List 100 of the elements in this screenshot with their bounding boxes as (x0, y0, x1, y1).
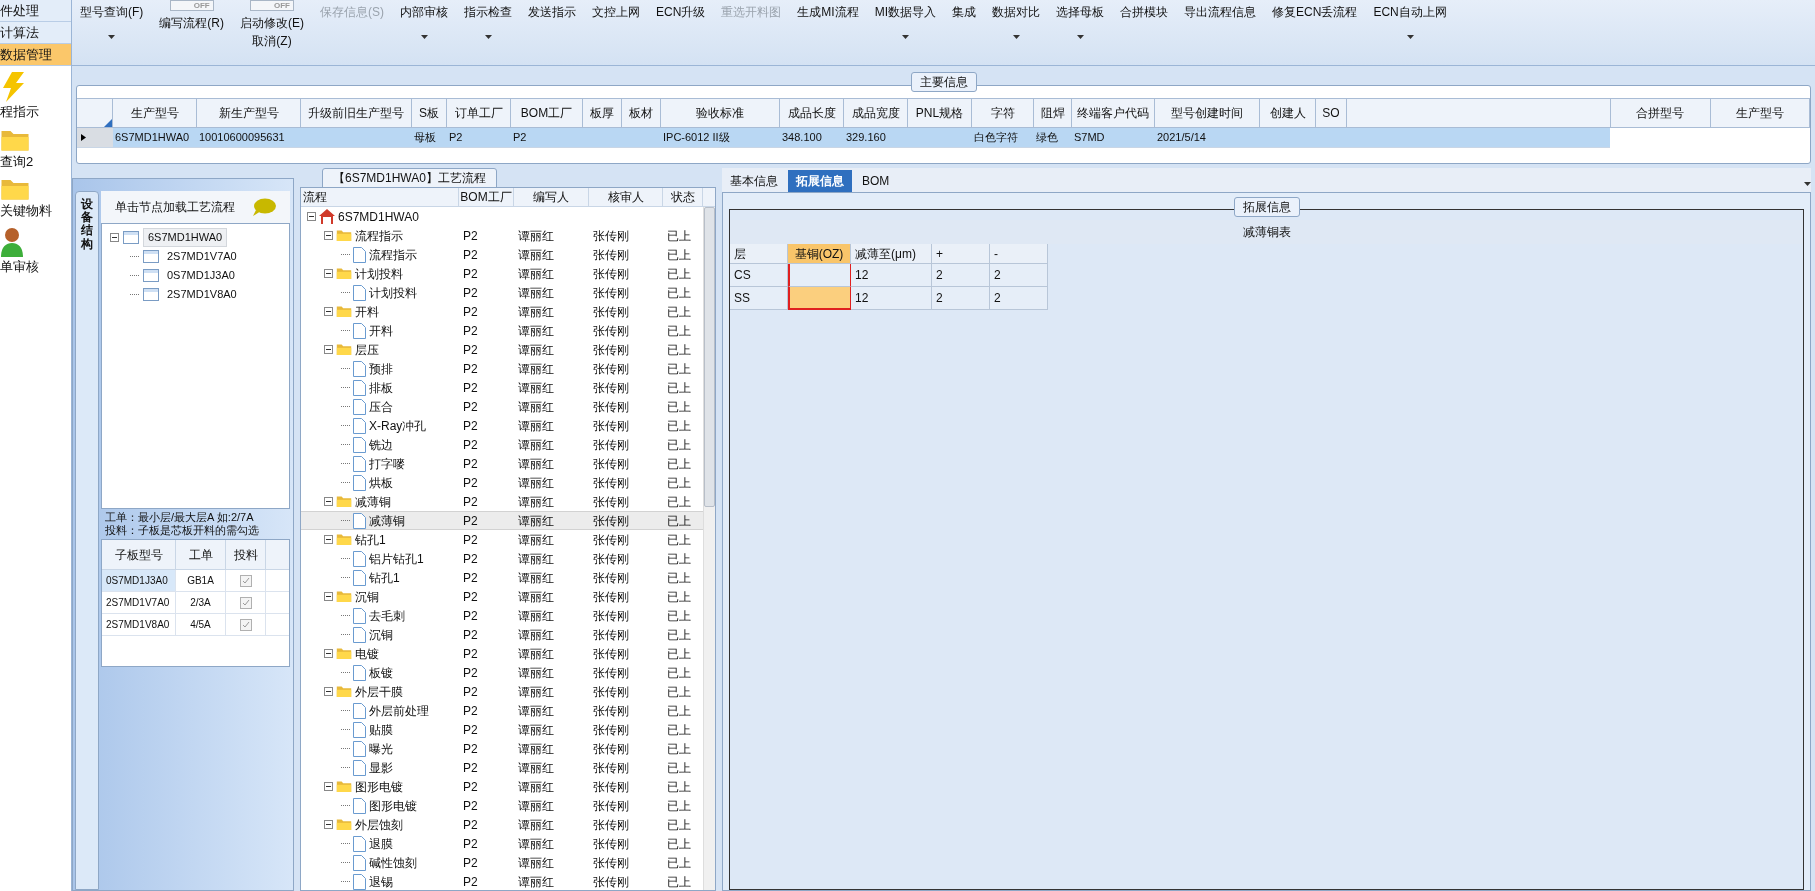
nav-link[interactable]: 查询2 (0, 151, 34, 171)
process-row[interactable]: 贴膜 P2 谭丽红 张传刚 已上 (301, 720, 703, 739)
process-row[interactable]: 外层干膜 P2 谭丽红 张传刚 已上 (301, 682, 703, 701)
toolbar-button[interactable]: 编写流程(R) (159, 14, 224, 32)
process-row[interactable]: 曝光 P2 谭丽红 张传刚 已上 (301, 739, 703, 758)
toolbar-button[interactable]: 修复ECN丢流程 (1272, 3, 1358, 21)
process-row[interactable]: 铝片钻孔1 P2 谭丽红 张传刚 已上 (301, 549, 703, 568)
column-header[interactable]: 生产型号 (1710, 99, 1810, 127)
toolbar-button[interactable]: 启动修改(E) (240, 14, 304, 32)
column-header[interactable]: 层 (730, 244, 788, 264)
column-header[interactable]: 终端客户代码 (1072, 99, 1155, 127)
collapse-icon[interactable] (324, 649, 333, 658)
collapse-icon[interactable] (324, 782, 333, 791)
toolbar-button[interactable]: 内部审核 (400, 3, 448, 21)
nav-item[interactable]: 计算法 (0, 22, 71, 44)
tree-node[interactable]: 6S7MD1HWA0 (143, 228, 228, 247)
checkbox[interactable] (239, 574, 252, 587)
process-row[interactable]: 减薄铜 P2 谭丽红 张传刚 已上 (301, 511, 703, 530)
collapse-icon[interactable] (110, 233, 119, 242)
tree-node[interactable]: 2S7MD1V7A0 (163, 248, 241, 265)
collapse-icon[interactable] (307, 212, 316, 221)
collapse-icon[interactable] (324, 231, 333, 240)
process-row[interactable]: 外层前处理 P2 谭丽红 张传刚 已上 (301, 701, 703, 720)
checkbox[interactable] (239, 596, 252, 609)
process-row[interactable]: 退膜 P2 谭丽红 张传刚 已上 (301, 834, 703, 853)
table-cell[interactable]: 2S7MD1V8A0 (102, 614, 176, 635)
process-row[interactable]: 碱性蚀刻 P2 谭丽红 张传刚 已上 (301, 853, 703, 872)
column-header[interactable]: + (932, 244, 990, 264)
toolbar-button[interactable]: 发送指示 (528, 3, 576, 21)
table-cell[interactable]: SS (730, 287, 788, 310)
table-cell[interactable]: CS (730, 264, 788, 287)
collapse-icon[interactable] (324, 592, 333, 601)
column-header[interactable]: 流程 (301, 188, 459, 206)
column-header[interactable]: 生产型号 (113, 99, 197, 127)
toolbar-button[interactable]: 导出流程信息 (1184, 3, 1257, 21)
table-cell[interactable] (788, 264, 851, 287)
column-header[interactable]: 型号创建时间 (1155, 99, 1260, 127)
process-row[interactable]: 铣边 P2 谭丽红 张传刚 已上 (301, 435, 703, 454)
tab[interactable]: BOM (854, 170, 898, 192)
vertical-tab[interactable]: 设备结构 (75, 191, 99, 890)
process-row[interactable]: 开料 P2 谭丽红 张传刚 已上 (301, 321, 703, 340)
collapse-icon[interactable] (324, 307, 333, 316)
toolbar-button[interactable]: 指示检查 (464, 3, 512, 21)
toolbar-button[interactable]: ECN升级 (656, 3, 706, 21)
table-cell[interactable] (788, 287, 851, 310)
process-row[interactable]: 流程指示 P2 谭丽红 张传刚 已上 (301, 245, 703, 264)
column-header[interactable]: 状态 (663, 188, 703, 206)
toolbar-button[interactable]: MI数据导入 (874, 3, 937, 21)
column-header[interactable]: 板材 (622, 99, 661, 127)
column-header[interactable]: 板厚 (583, 99, 622, 127)
column-header[interactable]: 减薄至(μm) (851, 244, 932, 264)
process-row[interactable]: 沉铜 P2 谭丽红 张传刚 已上 (301, 587, 703, 606)
tab[interactable]: 拓展信息 (788, 170, 852, 192)
collapse-icon[interactable] (324, 345, 333, 354)
toolbar-button[interactable]: 型号查询(F) (80, 3, 144, 21)
toolbar-button[interactable]: 集成 (952, 3, 977, 21)
column-header[interactable]: 投料 (226, 540, 266, 569)
toolbar-button[interactable]: ECN自动上网 (1373, 3, 1447, 21)
collapse-icon[interactable] (324, 269, 333, 278)
nav-link[interactable]: 关键物料 (0, 201, 52, 221)
collapse-icon[interactable] (324, 820, 333, 829)
column-header[interactable]: BOM工厂 (459, 188, 514, 206)
column-header[interactable]: 订单工厂 (447, 99, 511, 127)
column-header[interactable]: BOM工厂 (511, 99, 583, 127)
collapse-icon[interactable] (324, 687, 333, 696)
process-row[interactable]: 预排 P2 谭丽红 张传刚 已上 (301, 359, 703, 378)
toolbar-button[interactable]: 生成MI流程 (797, 3, 859, 21)
table-cell[interactable]: 2 (932, 264, 990, 287)
toolbar-button[interactable]: 数据对比 (992, 3, 1041, 21)
table-cell[interactable]: 2 (990, 287, 1048, 310)
column-header[interactable]: 编写人 (514, 188, 589, 206)
process-row[interactable]: 计划投料 P2 谭丽红 张传刚 已上 (301, 283, 703, 302)
process-row[interactable]: 图形电镀 P2 谭丽红 张传刚 已上 (301, 796, 703, 815)
toolbar-button[interactable]: 文控上网 (592, 3, 640, 21)
table-cell[interactable]: 12 (851, 264, 932, 287)
table-cell[interactable]: 2 (932, 287, 990, 310)
process-row[interactable]: 开料 P2 谭丽红 张传刚 已上 (301, 302, 703, 321)
process-row[interactable]: 板镀 P2 谭丽红 张传刚 已上 (301, 663, 703, 682)
column-header[interactable]: 基铜(OZ) (788, 244, 851, 264)
column-header[interactable]: 升级前旧生产型号 (301, 99, 412, 127)
tree-node[interactable]: 0S7MD1J3A0 (163, 267, 239, 284)
process-row[interactable]: X-Ray冲孔 P2 谭丽红 张传刚 已上 (301, 416, 703, 435)
table-row[interactable]: 6S7MD1HWA0 10010600095631 母板 P2 P2 IPC-6012 II级 348.100 329.160 白色字符 绿色 S7MD 2021/5/14 (77, 128, 1610, 148)
column-header[interactable]: 验收标准 (661, 99, 780, 127)
process-row[interactable]: 沉铜 P2 谭丽红 张传刚 已上 (301, 625, 703, 644)
column-header[interactable]: 新生产型号 (197, 99, 301, 127)
nav-item[interactable]: 数据管理 (0, 44, 71, 66)
process-row[interactable]: 6S7MD1HWA0 (301, 207, 703, 226)
collapse-icon[interactable] (324, 535, 333, 544)
column-header[interactable]: 创建人 (1260, 99, 1316, 127)
checkbox[interactable] (239, 618, 252, 631)
toolbar-button[interactable]: 取消(Z) (252, 32, 292, 50)
column-header[interactable]: 字符 (972, 99, 1034, 127)
process-row[interactable]: 去毛刺 P2 谭丽红 张传刚 已上 (301, 606, 703, 625)
column-header[interactable]: SO (1316, 99, 1347, 127)
column-header[interactable]: 子板型号 (102, 540, 176, 569)
scrollbar[interactable] (703, 207, 715, 890)
column-header[interactable]: 工单 (176, 540, 226, 569)
process-row[interactable]: 退锡 P2 谭丽红 张传刚 已上 (301, 872, 703, 890)
process-row[interactable]: 钻孔1 P2 谭丽红 张传刚 已上 (301, 568, 703, 587)
